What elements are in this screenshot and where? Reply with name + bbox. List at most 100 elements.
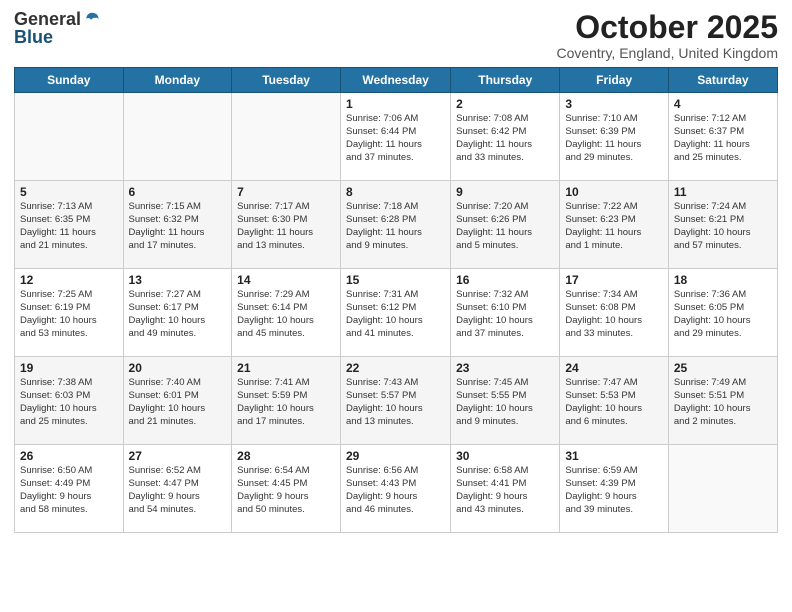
day-info: Sunrise: 7:12 AM Sunset: 6:37 PM Dayligh…	[674, 113, 772, 164]
day-number: 8	[346, 185, 445, 199]
calendar-cell: 31Sunrise: 6:59 AM Sunset: 4:39 PM Dayli…	[560, 445, 669, 533]
header-monday: Monday	[123, 68, 232, 93]
calendar-cell: 30 Sunrise: 6:58 AM Sunset: 4:41 PM Dayli…	[451, 445, 560, 533]
calendar-cell: 23Sunrise: 7:45 AM Sunset: 5:55 PM Dayli…	[451, 357, 560, 445]
calendar-cell: 12 Sunrise: 7:25 AM Sunset: 6:19 PM Dayli…	[15, 269, 124, 357]
day-info: Sunrise: 7:06 AM Sunset: 6:44 PM Dayligh…	[346, 113, 445, 164]
calendar-cell	[232, 93, 341, 181]
day-info: Sunrise: 7:25 AM Sunset: 6:19 PM Dayligh…	[20, 289, 118, 340]
day-number: 12	[20, 273, 118, 287]
day-number: 17	[565, 273, 663, 287]
day-info: Sunrise: 7:38 AM Sunset: 6:03 PM Dayligh…	[20, 377, 118, 428]
day-info: Sunrise: 7:47 AM Sunset: 5:53 PM Dayligh…	[565, 377, 663, 428]
calendar-cell: 24 Sunrise: 7:47 AM Sunset: 5:53 PM Dayli…	[560, 357, 669, 445]
calendar-cell: 10 Sunrise: 7:22 AM Sunset: 6:23 PM Dayli…	[560, 181, 669, 269]
calendar-cell: 17Sunrise: 7:34 AM Sunset: 6:08 PM Dayli…	[560, 269, 669, 357]
calendar-cell: 26Sunrise: 6:50 AM Sunset: 4:49 PM Dayli…	[15, 445, 124, 533]
header-tuesday: Tuesday	[232, 68, 341, 93]
page-container: General Blue October 2025 Coventry, Engl…	[0, 0, 792, 543]
calendar-cell: 9 Sunrise: 7:20 AM Sunset: 6:26 PM Daylig…	[451, 181, 560, 269]
day-number: 27	[129, 449, 227, 463]
day-number: 28	[237, 449, 335, 463]
day-number: 29	[346, 449, 445, 463]
day-number: 10	[565, 185, 663, 199]
calendar-cell: 15 Sunrise: 7:31 AM Sunset: 6:12 PM Dayli…	[341, 269, 451, 357]
month-title: October 2025	[556, 10, 778, 45]
day-number: 15	[346, 273, 445, 287]
day-info: Sunrise: 7:20 AM Sunset: 6:26 PM Dayligh…	[456, 201, 554, 252]
calendar-cell: 13 Sunrise: 7:27 AM Sunset: 6:17 PM Dayli…	[123, 269, 232, 357]
header-saturday: Saturday	[668, 68, 777, 93]
day-number: 1	[346, 97, 445, 111]
calendar-cell: 28 Sunrise: 6:54 AM Sunset: 4:45 PM Dayli…	[232, 445, 341, 533]
day-info: Sunrise: 6:50 AM Sunset: 4:49 PM Dayligh…	[20, 465, 118, 516]
day-info: Sunrise: 7:17 AM Sunset: 6:30 PM Dayligh…	[237, 201, 335, 252]
day-info: Sunrise: 6:54 AM Sunset: 4:45 PM Dayligh…	[237, 465, 335, 516]
day-info: Sunrise: 6:56 AM Sunset: 4:43 PM Dayligh…	[346, 465, 445, 516]
day-info: Sunrise: 7:18 AM Sunset: 6:28 PM Dayligh…	[346, 201, 445, 252]
day-number: 24	[565, 361, 663, 375]
calendar-cell: 7 Sunrise: 7:17 AM Sunset: 6:30 PM Daylig…	[232, 181, 341, 269]
day-number: 3	[565, 97, 663, 111]
calendar-cell: 29 Sunrise: 6:56 AM Sunset: 4:43 PM Dayli…	[341, 445, 451, 533]
logo: General Blue	[14, 10, 101, 46]
calendar-cell: 19 Sunrise: 7:38 AM Sunset: 6:03 PM Dayli…	[15, 357, 124, 445]
day-info: Sunrise: 7:36 AM Sunset: 6:05 PM Dayligh…	[674, 289, 772, 340]
calendar-cell	[123, 93, 232, 181]
day-number: 18	[674, 273, 772, 287]
calendar-table: Sunday Monday Tuesday Wednesday Thursday…	[14, 67, 778, 533]
day-number: 30	[456, 449, 554, 463]
day-number: 4	[674, 97, 772, 111]
page-header: General Blue October 2025 Coventry, Engl…	[14, 10, 778, 61]
calendar-cell: 2Sunrise: 7:08 AM Sunset: 6:42 PM Daylig…	[451, 93, 560, 181]
calendar-cell: 18 Sunrise: 7:36 AM Sunset: 6:05 PM Dayli…	[668, 269, 777, 357]
day-number: 23	[456, 361, 554, 375]
title-section: October 2025 Coventry, England, United K…	[556, 10, 778, 61]
day-info: Sunrise: 7:27 AM Sunset: 6:17 PM Dayligh…	[129, 289, 227, 340]
day-info: Sunrise: 7:31 AM Sunset: 6:12 PM Dayligh…	[346, 289, 445, 340]
calendar-cell: 11 Sunrise: 7:24 AM Sunset: 6:21 PM Dayli…	[668, 181, 777, 269]
calendar-header-row: Sunday Monday Tuesday Wednesday Thursday…	[15, 68, 778, 93]
day-number: 22	[346, 361, 445, 375]
location: Coventry, England, United Kingdom	[556, 45, 778, 61]
calendar-week-row-0: 1 Sunrise: 7:06 AM Sunset: 6:44 PM Daylig…	[15, 93, 778, 181]
header-thursday: Thursday	[451, 68, 560, 93]
day-number: 7	[237, 185, 335, 199]
day-info: Sunrise: 7:49 AM Sunset: 5:51 PM Dayligh…	[674, 377, 772, 428]
calendar-cell	[15, 93, 124, 181]
day-number: 16	[456, 273, 554, 287]
logo-general: General	[14, 10, 81, 28]
day-number: 25	[674, 361, 772, 375]
day-number: 19	[20, 361, 118, 375]
logo-bird-icon	[83, 10, 101, 28]
day-info: Sunrise: 7:24 AM Sunset: 6:21 PM Dayligh…	[674, 201, 772, 252]
day-number: 5	[20, 185, 118, 199]
day-info: Sunrise: 6:52 AM Sunset: 4:47 PM Dayligh…	[129, 465, 227, 516]
calendar-cell: 14Sunrise: 7:29 AM Sunset: 6:14 PM Dayli…	[232, 269, 341, 357]
day-info: Sunrise: 7:15 AM Sunset: 6:32 PM Dayligh…	[129, 201, 227, 252]
calendar-cell: 25 Sunrise: 7:49 AM Sunset: 5:51 PM Dayli…	[668, 357, 777, 445]
day-number: 9	[456, 185, 554, 199]
day-info: Sunrise: 6:58 AM Sunset: 4:41 PM Dayligh…	[456, 465, 554, 516]
day-info: Sunrise: 7:32 AM Sunset: 6:10 PM Dayligh…	[456, 289, 554, 340]
day-info: Sunrise: 7:08 AM Sunset: 6:42 PM Dayligh…	[456, 113, 554, 164]
calendar-cell: 3Sunrise: 7:10 AM Sunset: 6:39 PM Daylig…	[560, 93, 669, 181]
day-info: Sunrise: 7:22 AM Sunset: 6:23 PM Dayligh…	[565, 201, 663, 252]
calendar-cell: 1 Sunrise: 7:06 AM Sunset: 6:44 PM Daylig…	[341, 93, 451, 181]
header-sunday: Sunday	[15, 68, 124, 93]
logo-blue: Blue	[14, 28, 53, 46]
day-info: Sunrise: 7:43 AM Sunset: 5:57 PM Dayligh…	[346, 377, 445, 428]
calendar-week-row-3: 19 Sunrise: 7:38 AM Sunset: 6:03 PM Dayli…	[15, 357, 778, 445]
day-number: 11	[674, 185, 772, 199]
calendar-cell: 27 Sunrise: 6:52 AM Sunset: 4:47 PM Dayli…	[123, 445, 232, 533]
day-number: 21	[237, 361, 335, 375]
calendar-cell: 16 Sunrise: 7:32 AM Sunset: 6:10 PM Dayli…	[451, 269, 560, 357]
calendar-cell: 22 Sunrise: 7:43 AM Sunset: 5:57 PM Dayli…	[341, 357, 451, 445]
day-info: Sunrise: 6:59 AM Sunset: 4:39 PM Dayligh…	[565, 465, 663, 516]
calendar-cell: 20Sunrise: 7:40 AM Sunset: 6:01 PM Dayli…	[123, 357, 232, 445]
day-number: 6	[129, 185, 227, 199]
calendar-week-row-2: 12 Sunrise: 7:25 AM Sunset: 6:19 PM Dayli…	[15, 269, 778, 357]
header-friday: Friday	[560, 68, 669, 93]
day-number: 13	[129, 273, 227, 287]
calendar-cell	[668, 445, 777, 533]
